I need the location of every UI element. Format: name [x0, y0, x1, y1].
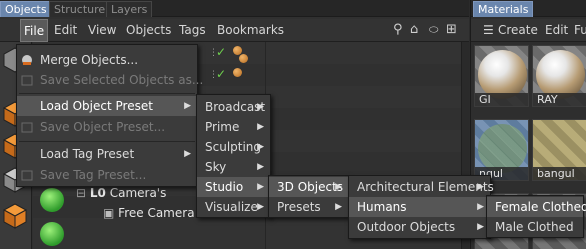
object-menubar: File Edit View Objects Tags Bookmarks ⚲ …	[0, 19, 469, 42]
matmenu-icon: ☰	[483, 23, 494, 37]
menu-bookmarks[interactable]: Bookmarks	[217, 19, 284, 42]
menu-item-outdoor-objects[interactable]: Outdoor Objects ▶	[349, 217, 490, 237]
menu-edit[interactable]: Edit	[545, 19, 568, 42]
menu-item-load-object-preset[interactable]: Load Object Preset ▶	[17, 96, 197, 116]
preset-category-menu: Broadcast ▶ Prime ▶ Sculpting ▶ Sky ▶ Studio…	[196, 94, 271, 218]
menu-item-3d-objects[interactable]: 3D Objects ▶	[269, 177, 348, 197]
tab-layers[interactable]: Layers	[106, 1, 153, 17]
submenu-arrow-icon: ▶	[257, 202, 264, 212]
menu-item-merge-objects[interactable]: Merge Objects...	[17, 50, 197, 70]
manager-tools: ⚲ ⌂ ⬭ ⊞	[393, 22, 465, 38]
submenu-arrow-icon: ▶	[184, 101, 191, 111]
menu-item-female-clothed[interactable]: Female Clothed	[487, 197, 586, 217]
tab-materials[interactable]: Materials	[473, 1, 534, 17]
tab-structure[interactable]: Structure	[49, 1, 111, 17]
material-swatch[interactable]: bangul	[532, 119, 586, 181]
menu-item-load-tag-preset[interactable]: Load Tag Preset ▶	[17, 144, 197, 164]
light-object-icon[interactable]	[40, 188, 64, 212]
new-window-icon[interactable]: ⊞	[446, 22, 457, 38]
material-swatch[interactable]: ngul	[474, 119, 529, 181]
submenu-arrow-icon: ▶	[477, 222, 484, 232]
material-swatch[interactable]: RAY	[532, 45, 586, 107]
material-tag-icon[interactable]	[233, 68, 242, 77]
submenu-arrow-icon: ▶	[477, 202, 484, 212]
studio-menu: 3D Objects ▶ Presets ▶	[268, 175, 349, 218]
panel-tab-bar: Objects Structure Layers	[0, 0, 469, 17]
material-menubar: ☰ Create Edit Fu	[471, 19, 586, 42]
menu-item-save-object-preset: Save Object Preset...	[17, 117, 197, 137]
menu-item-architectural-elements[interactable]: Architectural Elements ▶	[349, 177, 494, 197]
menu-item-male-clothed[interactable]: Male Clothed	[487, 217, 583, 237]
search-icon[interactable]: ⚲	[393, 22, 403, 38]
material-swatch[interactable]: GI	[474, 45, 529, 107]
home-icon[interactable]: ⌂	[410, 22, 418, 38]
menu-tags[interactable]: Tags	[179, 19, 206, 42]
menu-item-broadcast[interactable]: Broadcast ▶	[197, 97, 270, 117]
submenu-arrow-icon: ▶	[184, 149, 191, 159]
menu-view[interactable]: View	[88, 19, 116, 42]
file-menu: Merge Objects... Save Selected Objects a…	[16, 44, 203, 187]
menu-separator	[19, 93, 195, 94]
submenu-arrow-icon: ▶	[257, 102, 264, 112]
menu-edit[interactable]: Edit	[54, 19, 77, 42]
humans-menu: Female Clothed Male Clothed	[486, 195, 586, 238]
menu-item-save-tag-preset: Save Tag Preset...	[17, 165, 197, 185]
material-sphere	[478, 124, 527, 173]
camera-icon: ▣	[103, 206, 115, 220]
menu-item-studio[interactable]: Studio ▶	[197, 177, 270, 197]
null-object-icon: L0	[89, 186, 106, 200]
submenu-arrow-icon: ▶	[477, 182, 484, 192]
merge-icon	[22, 55, 32, 65]
menu-item-sculpting[interactable]: Sculpting ▶	[197, 137, 270, 157]
3d-objects-menu: Architectural Elements ▶ Humans ▶ Outdoor …	[348, 175, 494, 239]
menu-item-prime[interactable]: Prime ▶	[197, 117, 270, 137]
tab-objects[interactable]: Objects	[0, 1, 52, 17]
cube-tool-icon[interactable]	[2, 202, 28, 230]
tree-item-cameras[interactable]: ⊟ L0 Camera's	[76, 186, 166, 200]
menu-item-presets[interactable]: Presets ▶	[269, 197, 348, 217]
menu-item-visualize[interactable]: Visualize ▶	[197, 197, 270, 217]
material-label: bangul	[533, 167, 586, 180]
material-sphere	[536, 50, 585, 99]
material-label: RAY	[533, 93, 586, 106]
material-label: GI	[475, 93, 528, 106]
menu-separator	[19, 141, 195, 142]
check-icon[interactable]: ✓	[216, 45, 226, 59]
submenu-arrow-icon: ▶	[335, 202, 342, 212]
submenu-arrow-icon: ▶	[257, 122, 264, 132]
lock-icon[interactable]: ⬭	[429, 22, 438, 38]
menu-objects[interactable]: Objects	[126, 19, 171, 42]
material-tab-bar: Materials	[471, 0, 586, 17]
material-sphere	[478, 50, 527, 99]
check-icon[interactable]: ✓	[216, 67, 226, 81]
menu-function[interactable]: Fu	[574, 19, 586, 42]
submenu-arrow-icon: ▶	[257, 182, 264, 192]
light-object-icon[interactable]	[40, 222, 64, 246]
submenu-arrow-icon: ▶	[335, 182, 342, 192]
tree-expand-icon[interactable]: ⊟	[76, 186, 86, 200]
material-tag-icon[interactable]	[239, 54, 248, 63]
save-icon	[21, 75, 33, 86]
tree-item-free-camera[interactable]: ▣ Free Camera	[103, 206, 195, 220]
save-icon	[21, 122, 33, 133]
menu-item-humans[interactable]: Humans ▶	[349, 197, 490, 217]
menu-file[interactable]: File	[20, 19, 49, 42]
menu-create[interactable]: Create	[498, 19, 538, 42]
menu-item-sky[interactable]: Sky ▶	[197, 157, 270, 177]
menu-item-save-selected-objects: Save Selected Objects as...	[17, 70, 203, 90]
save-icon	[21, 170, 33, 181]
submenu-arrow-icon: ▶	[257, 162, 264, 172]
submenu-arrow-icon: ▶	[257, 142, 264, 152]
